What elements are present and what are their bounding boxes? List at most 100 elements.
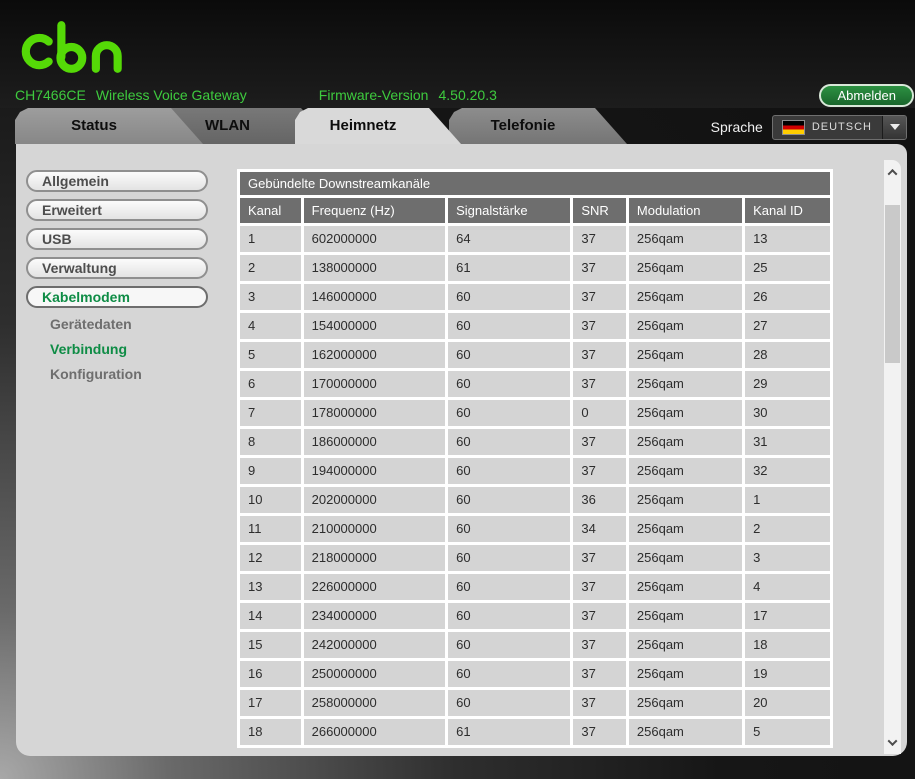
scrollbar-thumb[interactable]	[885, 205, 900, 363]
table-cell: 1	[240, 226, 301, 252]
table-cell: 256qam	[628, 574, 743, 600]
table-cell: 60	[448, 603, 571, 629]
table-cell: 13	[745, 226, 830, 252]
table-row: 18 266000000 61 37 256qam 5	[240, 719, 830, 745]
table-cell: 26	[745, 284, 830, 310]
tab-label: Heimnetz	[329, 117, 397, 134]
table-cell: 256qam	[628, 429, 743, 455]
table-cell: 266000000	[303, 719, 446, 745]
table-header-row: Kanal Frequenz (Hz) Signalstärke SNR Modulat…	[240, 198, 830, 223]
table-cell: 36	[573, 487, 626, 513]
table-row: 2 138000000 61 37 256qam 25	[240, 255, 830, 281]
sidebar-item-kabelmodem[interactable]: Kabelmodem	[26, 286, 208, 308]
table-cell: 256qam	[628, 226, 743, 252]
column-header: Kanal	[240, 198, 301, 223]
table-cell: 61	[448, 719, 571, 745]
table-cell: 3	[745, 545, 830, 571]
tab-telefonie[interactable]: Telefonie	[449, 108, 627, 144]
tab-status[interactable]: Status	[15, 108, 203, 144]
table-cell: 60	[448, 516, 571, 542]
table-cell: 30	[745, 400, 830, 426]
table-row: 1 602000000 64 37 256qam 13	[240, 226, 830, 252]
sidebar-item-verwaltung[interactable]: Verwaltung	[26, 257, 208, 279]
table-cell: 256qam	[628, 255, 743, 281]
table-cell: 256qam	[628, 632, 743, 658]
table-cell: 210000000	[303, 516, 446, 542]
firmware-label: Firmware-Version	[318, 87, 429, 103]
table-cell: 60	[448, 487, 571, 513]
table-cell: 60	[448, 371, 571, 397]
chevron-down-icon	[889, 124, 900, 130]
sidebar-item-allgemein[interactable]: Allgemein	[26, 170, 208, 192]
table-row: 6 170000000 60 37 256qam 29	[240, 371, 830, 397]
table-cell: 256qam	[628, 400, 743, 426]
table-cell: 19	[745, 661, 830, 687]
table-cell: 13	[240, 574, 301, 600]
sidebar-sections: Allgemein Erweitert USB Verwaltung Kabel…	[26, 170, 226, 308]
table-title: Gebündelte Downstreamkanäle	[240, 172, 830, 195]
scroll-up-button[interactable]	[884, 162, 901, 182]
table-cell: 60	[448, 313, 571, 339]
table-cell: 37	[573, 719, 626, 745]
table-cell: 2	[745, 516, 830, 542]
logout-button[interactable]: Abmelden	[819, 84, 914, 107]
language-dropdown-button[interactable]	[882, 115, 906, 139]
table-cell: 20	[745, 690, 830, 716]
tab-heimnetz[interactable]: Heimnetz	[295, 108, 461, 144]
table-cell: 37	[573, 226, 626, 252]
sidebar-item-usb[interactable]: USB	[26, 228, 208, 250]
table-cell: 256qam	[628, 313, 743, 339]
table-row: 13 226000000 60 37 256qam 4	[240, 574, 830, 600]
table-cell: 256qam	[628, 516, 743, 542]
downstream-table-area: Gebündelte Downstreamkanäle Kanal Frequen…	[237, 169, 833, 748]
table-cell: 61	[448, 255, 571, 281]
table-cell: 60	[448, 429, 571, 455]
scroll-down-button[interactable]	[884, 732, 901, 752]
table-cell: 32	[745, 458, 830, 484]
table-cell: 25	[745, 255, 830, 281]
table-cell: 64	[448, 226, 571, 252]
table-cell: 28	[745, 342, 830, 368]
table-cell: 31	[745, 429, 830, 455]
column-header: Kanal ID	[745, 198, 830, 223]
sidebar-subitem-konfiguration[interactable]: Konfiguration	[26, 367, 226, 382]
table-cell: 17	[745, 603, 830, 629]
table-cell: 256qam	[628, 545, 743, 571]
table-row: 5 162000000 60 37 256qam 28	[240, 342, 830, 368]
sidebar-subitem-gerätedaten[interactable]: Gerätedaten	[26, 317, 226, 332]
table-cell: 60	[448, 574, 571, 600]
table-cell: 60	[448, 400, 571, 426]
table-cell: 6	[240, 371, 301, 397]
sidebar-subitem-verbindung[interactable]: Verbindung	[26, 342, 226, 357]
table-cell: 4	[745, 574, 830, 600]
table-cell: 256qam	[628, 690, 743, 716]
column-header: Modulation	[628, 198, 743, 223]
vertical-scrollbar[interactable]	[884, 160, 901, 754]
language-select[interactable]: DEUTSCH	[771, 114, 907, 140]
table-cell: 7	[240, 400, 301, 426]
sidebar-item-erweitert[interactable]: Erweitert	[26, 199, 208, 221]
content-panel: Allgemein Erweitert USB Verwaltung Kabel…	[16, 144, 907, 756]
table-cell: 60	[448, 284, 571, 310]
table-cell: 12	[240, 545, 301, 571]
table-row: 10 202000000 60 36 256qam 1	[240, 487, 830, 513]
table-cell: 18	[240, 719, 301, 745]
german-flag-icon	[781, 119, 805, 135]
table-cell: 60	[448, 690, 571, 716]
table-cell: 15	[240, 632, 301, 658]
table-cell: 37	[573, 661, 626, 687]
downstream-channels-table: Gebündelte Downstreamkanäle Kanal Frequen…	[237, 169, 833, 748]
table-cell: 60	[448, 458, 571, 484]
language-value: DEUTSCH	[811, 121, 872, 133]
table-row: 16 250000000 60 37 256qam 19	[240, 661, 830, 687]
table-title-row: Gebündelte Downstreamkanäle	[240, 172, 830, 195]
table-cell: 5	[240, 342, 301, 368]
table-row: 4 154000000 60 37 256qam 27	[240, 313, 830, 339]
language-selected[interactable]: DEUTSCH	[773, 116, 882, 139]
table-row: 9 194000000 60 37 256qam 32	[240, 458, 830, 484]
table-cell: 8	[240, 429, 301, 455]
table-cell: 226000000	[303, 574, 446, 600]
table-cell: 4	[240, 313, 301, 339]
table-cell: 250000000	[303, 661, 446, 687]
tab-label: Telefonie	[490, 117, 556, 134]
